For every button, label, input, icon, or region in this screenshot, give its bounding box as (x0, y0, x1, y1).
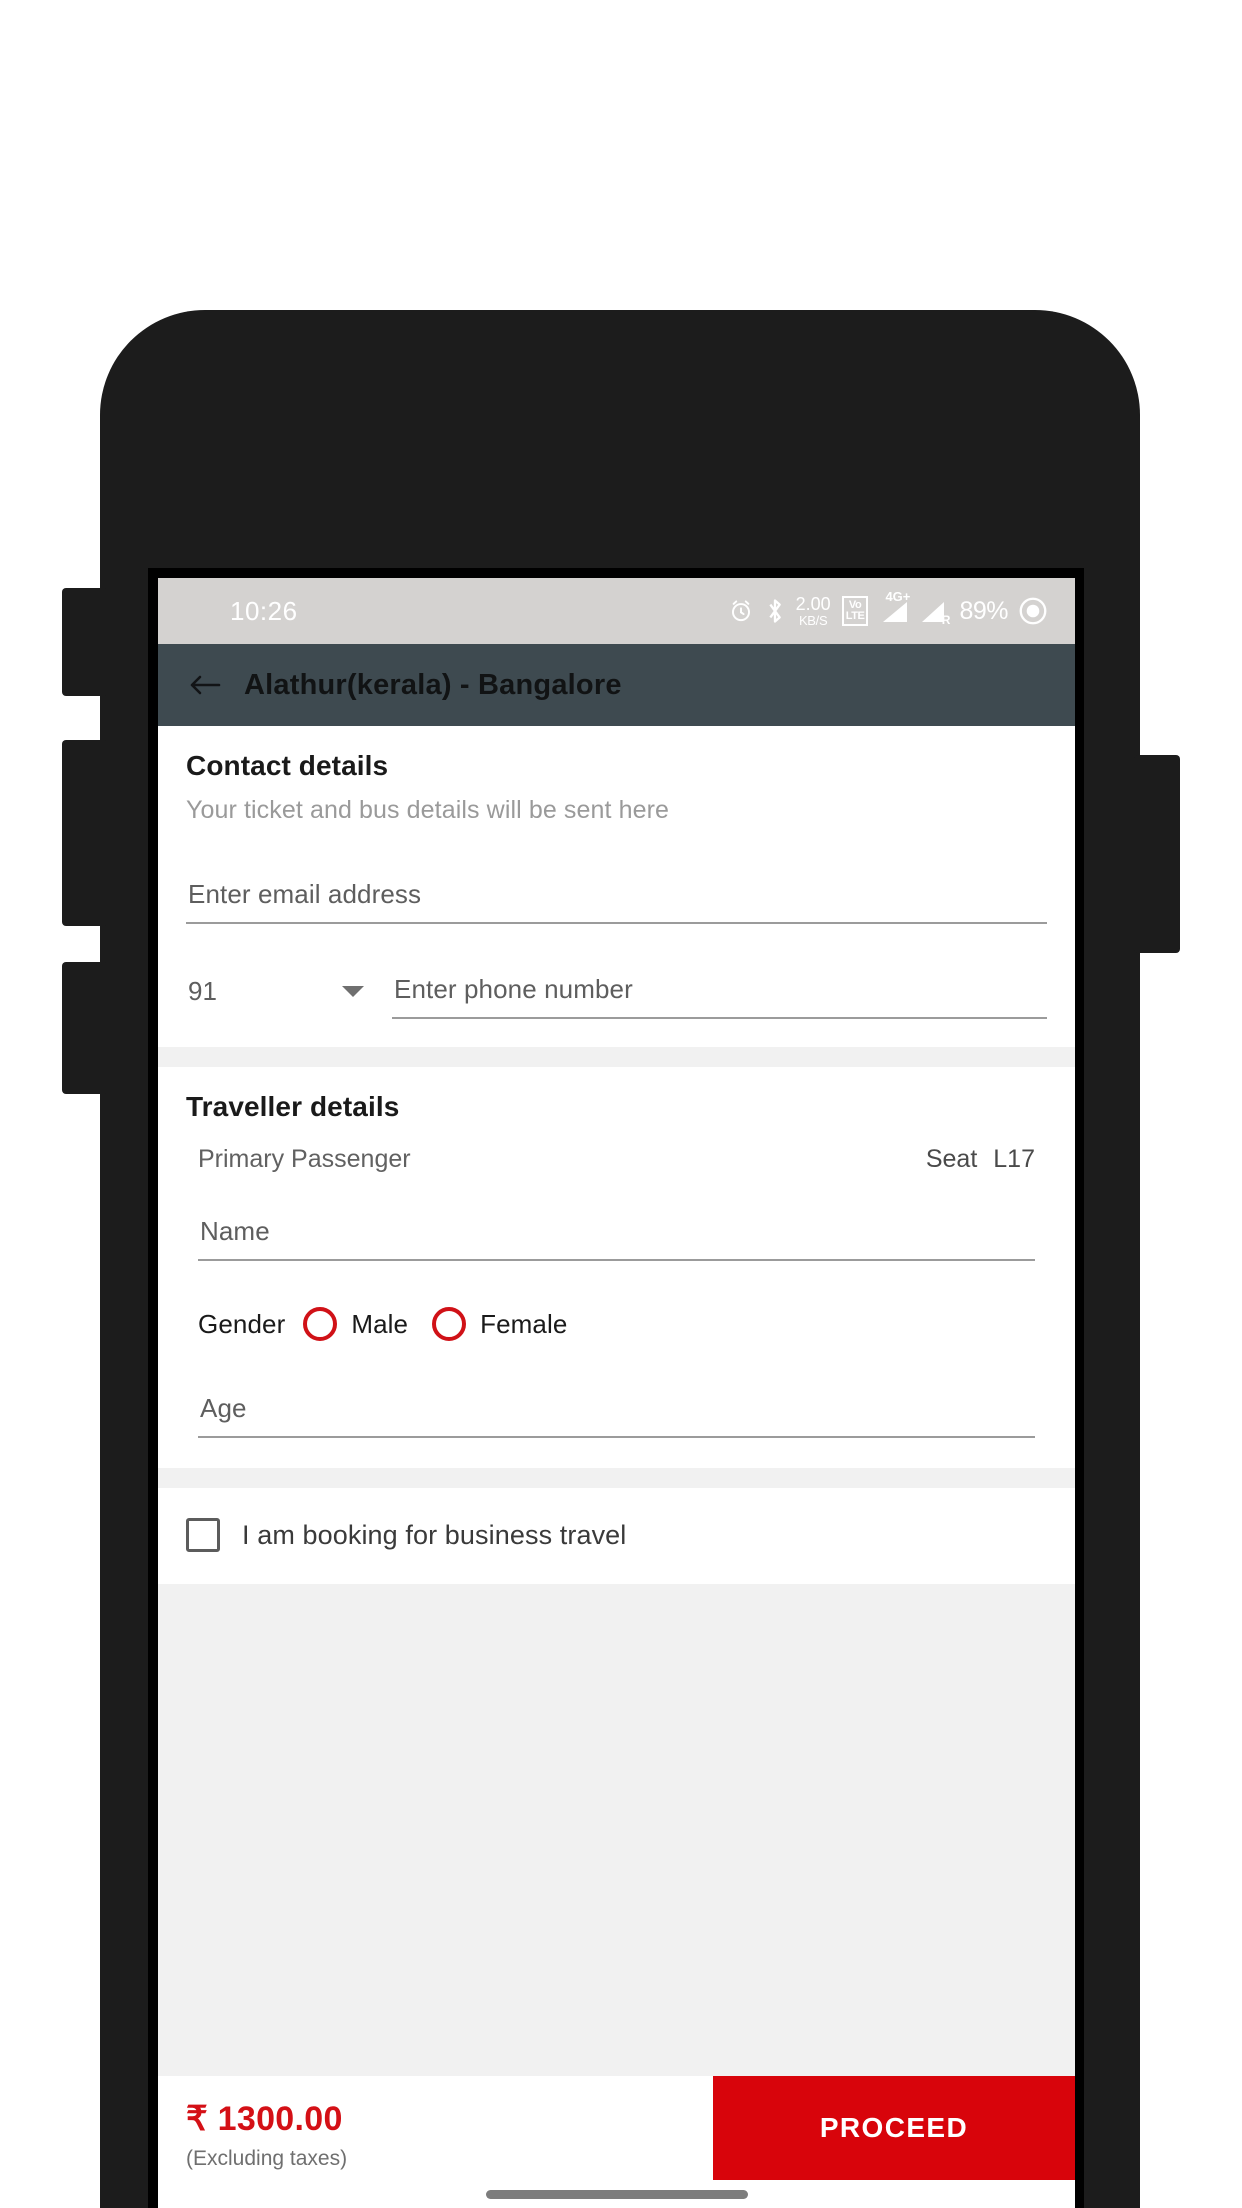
traveller-details-title: Traveller details (186, 1091, 400, 1122)
battery-percent-label: 89% (959, 596, 1008, 625)
section-divider-1 (158, 1047, 1075, 1067)
bottom-action-bar: ₹ 1300.00 (Excluding taxes) PROCEED (158, 2076, 1075, 2180)
data-rate-icon: 2.00 KB/S (796, 595, 831, 627)
passenger-header-row: Primary Passenger Seat L17 (186, 1145, 1047, 1174)
name-field[interactable]: Name (198, 1210, 1035, 1261)
page-content: Contact details Your ticket and bus deta… (158, 726, 1075, 2208)
phone-side-button-right-1[interactable] (1134, 755, 1180, 953)
network-type-label: 4G+ (885, 589, 911, 604)
phone-side-button-left-1[interactable] (62, 588, 108, 696)
seat-number: L17 (993, 1145, 1035, 1173)
phone-row: 91 Enter phone number (186, 968, 1047, 1019)
signal-4g-icon: 4G+ (879, 589, 910, 624)
phone-side-button-left-3[interactable] (62, 962, 108, 1094)
seat-info: Seat L17 (926, 1145, 1035, 1174)
data-rate-value: 2.00 (795, 594, 831, 614)
radio-gender-female[interactable] (432, 1307, 467, 1341)
age-field[interactable]: Age (198, 1387, 1035, 1438)
gender-label: Gender (198, 1308, 286, 1339)
roaming-label: R (941, 613, 951, 627)
contact-details-section: Contact details Your ticket and bus deta… (158, 726, 1075, 1047)
name-placeholder: Name (200, 1216, 270, 1246)
signal-roaming-icon: R (920, 598, 951, 627)
seat-label: Seat (925, 1145, 978, 1173)
data-rate-unit: KB/S (798, 613, 828, 628)
chevron-down-icon (342, 986, 364, 997)
status-bar: 10:26 2.00 KB/S Vo LTE 4G+ R 89% (158, 578, 1075, 644)
page-title: Alathur(kerala) - Bangalore (244, 668, 622, 701)
phone-side-button-left-2[interactable] (62, 740, 108, 926)
gender-row: Gender Male Female (198, 1307, 1047, 1341)
proceed-button[interactable]: PROCEED (713, 2076, 1075, 2180)
phone-number-field[interactable]: Enter phone number (392, 968, 1047, 1019)
passenger-label: Primary Passenger (198, 1145, 411, 1173)
content-filler (158, 1584, 1075, 2076)
country-code-value: 91 (188, 976, 217, 1006)
volte-icon: Vo LTE (841, 596, 869, 626)
volte-line-2: LTE (845, 610, 865, 622)
app-bar: Alathur(kerala) - Bangalore (158, 644, 1075, 726)
status-bar-icons: 2.00 KB/S Vo LTE 4G+ R 89% (728, 589, 1047, 627)
battery-icon (1019, 597, 1047, 625)
contact-details-subtitle: Your ticket and bus details will be sent… (186, 796, 670, 824)
email-placeholder: Enter email address (188, 879, 422, 909)
price-note: (Excluding taxes) (186, 2147, 348, 2170)
back-arrow-icon[interactable] (188, 670, 222, 700)
phone-placeholder: Enter phone number (394, 974, 633, 1004)
country-code-select[interactable]: 91 (186, 970, 376, 1019)
gender-female-label[interactable]: Female (480, 1309, 567, 1340)
bluetooth-icon (765, 597, 785, 625)
price-block: ₹ 1300.00 (Excluding taxes) (158, 2076, 713, 2180)
screenshot-root: 10:26 2.00 KB/S Vo LTE 4G+ R 89% Alathur… (0, 0, 1242, 2208)
alarm-icon (728, 598, 754, 624)
section-divider-2 (158, 1468, 1075, 1488)
radio-gender-male[interactable] (303, 1307, 338, 1341)
business-travel-section[interactable]: I am booking for business travel (158, 1488, 1075, 1584)
business-travel-checkbox[interactable] (186, 1518, 220, 1552)
business-travel-label: I am booking for business travel (242, 1519, 627, 1550)
home-indicator[interactable] (485, 2189, 748, 2199)
gender-male-label[interactable]: Male (351, 1309, 408, 1340)
total-price: ₹ 1300.00 (186, 2100, 343, 2138)
phone-screen: 10:26 2.00 KB/S Vo LTE 4G+ R 89% Alathur… (158, 578, 1075, 2208)
contact-details-title: Contact details (186, 750, 389, 781)
email-field[interactable]: Enter email address (186, 873, 1047, 924)
traveller-details-section: Traveller details Primary Passenger Seat… (158, 1067, 1075, 1468)
age-placeholder: Age (200, 1393, 247, 1423)
status-bar-clock: 10:26 (230, 595, 298, 626)
system-navigation-bar (158, 2180, 1075, 2208)
